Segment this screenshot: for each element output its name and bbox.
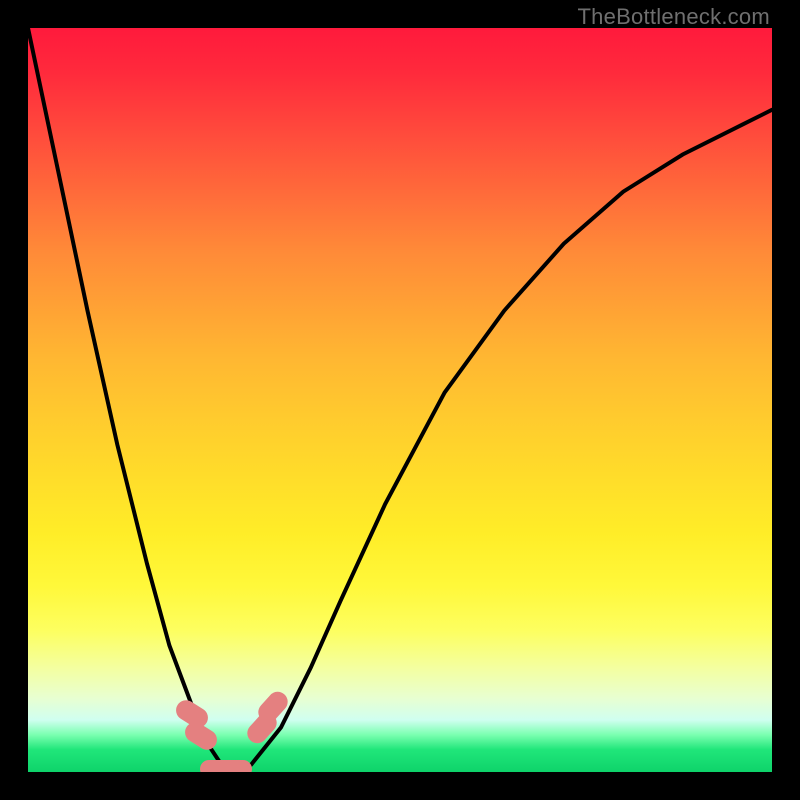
watermark-text: TheBottleneck.com [577,4,770,30]
curve-markers [28,28,772,772]
plot-area [28,28,772,772]
curve-marker [200,760,252,772]
chart-frame: TheBottleneck.com [0,0,800,800]
curve-marker [181,719,220,754]
